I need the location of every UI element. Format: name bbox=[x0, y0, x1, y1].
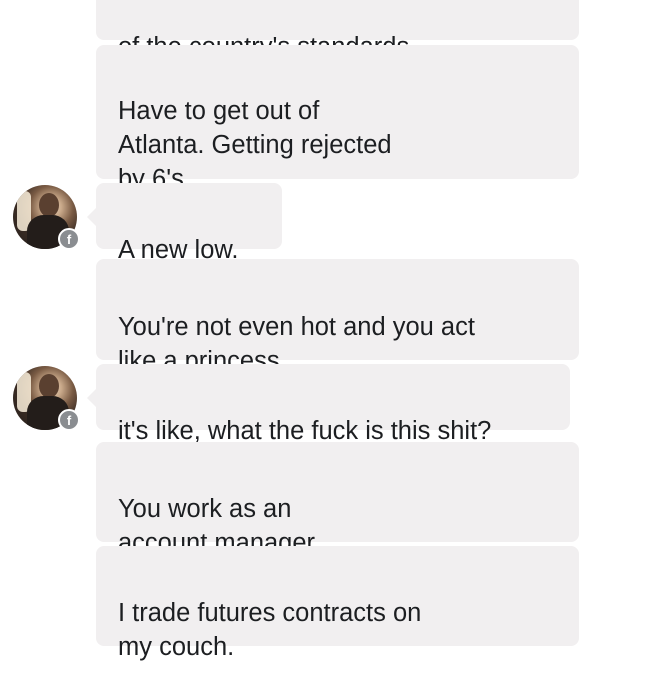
facebook-badge-glyph: f bbox=[66, 232, 72, 247]
facebook-icon: f bbox=[58, 228, 80, 250]
message-bubble: You work as an account manager. bbox=[96, 442, 579, 557]
facebook-badge-glyph: f bbox=[66, 413, 72, 428]
bubble-tail bbox=[87, 208, 96, 226]
message-bubble: it's like, what the fuck is this shit? bbox=[96, 364, 570, 445]
message-bubble: of the country's standards. bbox=[96, 0, 579, 61]
bubble-tail bbox=[87, 389, 96, 407]
avatar-photo-head bbox=[39, 193, 59, 217]
message-bubble: You're not even hot and you act like a p… bbox=[96, 259, 579, 375]
message-text: Have to get out of Atlanta. Getting reje… bbox=[118, 97, 392, 193]
message-text: I trade futures contracts on my couch. bbox=[118, 599, 422, 661]
message-bubble: Have to get out of Atlanta. Getting reje… bbox=[96, 45, 579, 193]
avatar-photo-head bbox=[39, 374, 59, 398]
facebook-icon: f bbox=[58, 409, 80, 431]
message-bubble: I trade futures contracts on my couch. bbox=[96, 546, 579, 661]
message-bubble: A new low. bbox=[96, 183, 282, 264]
